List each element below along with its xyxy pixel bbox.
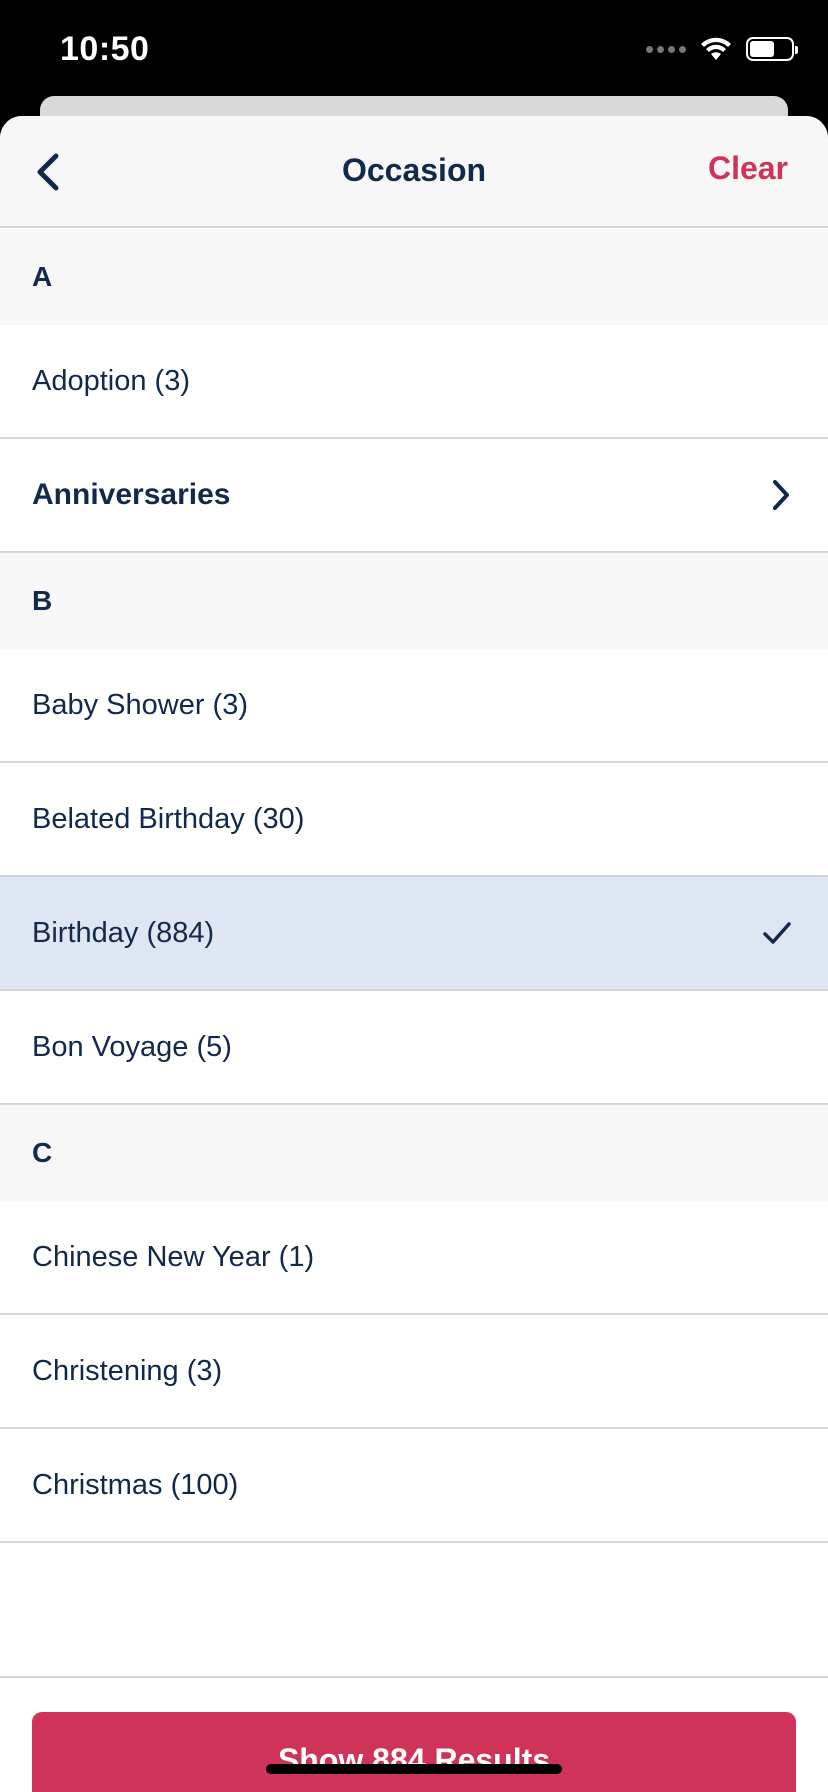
list-item-label: Baby Shower (3) [32,688,248,721]
list-item-label: Chinese New Year (1) [32,1240,315,1273]
section-header: C [0,1105,828,1201]
section-header: B [0,553,828,649]
nav-bar: Occasion Clear [0,116,828,228]
clear-button[interactable]: Clear [708,150,788,187]
list-item[interactable]: Baby Shower (3) [0,649,828,763]
list-item[interactable]: Birthday (884) [0,877,828,991]
battery-icon [746,37,798,61]
section-header: A [0,229,828,325]
list-item[interactable]: Bon Voyage (5) [0,991,828,1105]
list-item-label: Christening (3) [32,1354,223,1387]
list-item-label: Christmas (100) [32,1468,239,1501]
list-item-label: Adoption (3) [32,364,190,397]
list-category-row[interactable]: Anniversaries [0,439,828,553]
status-indicators [646,34,798,64]
home-indicator [266,1764,562,1774]
list-item[interactable]: Christmas (100) [0,1429,828,1543]
status-bar: 10:50 [0,0,828,100]
occasion-list[interactable]: A Adoption (3) Anniversaries B Baby Shower (… [0,229,828,1676]
chevron-right-icon [770,478,792,512]
list-item[interactable]: Christening (3) [0,1315,828,1429]
list-item[interactable]: Belated Birthday (30) [0,763,828,877]
checkmark-icon [762,920,792,946]
list-item[interactable]: Chinese New Year (1) [0,1201,828,1315]
cellular-signal-icon [646,45,686,53]
list-item-label: Belated Birthday (30) [32,802,305,835]
list-item-label: Bon Voyage (5) [32,1030,232,1063]
status-time: 10:50 [60,30,150,68]
show-results-button[interactable]: Show 884 Results [32,1712,796,1792]
page-title: Occasion [341,152,487,188]
wifi-icon [701,37,731,60]
occasion-sheet: Occasion Clear A Adoption (3) Anniversarie… [0,116,828,1792]
footer: Show 884 Results [0,1676,828,1792]
list-item-label: Birthday (884) [32,916,215,949]
list-item-label: Anniversaries [32,478,231,511]
list-item[interactable]: Adoption (3) [0,325,828,439]
